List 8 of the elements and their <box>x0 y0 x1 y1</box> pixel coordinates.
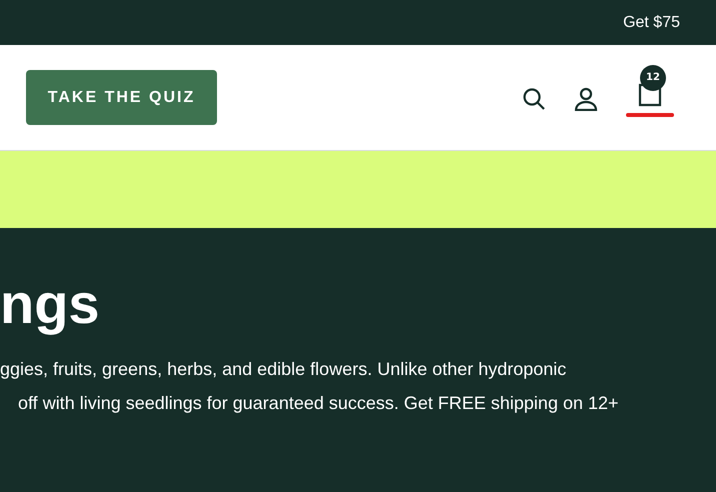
quiz-button[interactable]: TAKE THE QUIZ <box>26 70 217 125</box>
hero-heading: ngs <box>0 272 101 336</box>
cart-count-badge: 12 <box>640 64 666 90</box>
hero-description-line: off with living seedlings for guaranteed success. Get FREE shipping on 12+ <box>17 392 620 414</box>
search-icon[interactable] <box>522 86 546 110</box>
hero-description-line: ggies, fruits, greens, herbs, and edible flowers. Unlike other hydroponic <box>0 358 568 380</box>
user-icon[interactable] <box>574 86 598 110</box>
promo-text: Get $75 <box>623 12 680 32</box>
